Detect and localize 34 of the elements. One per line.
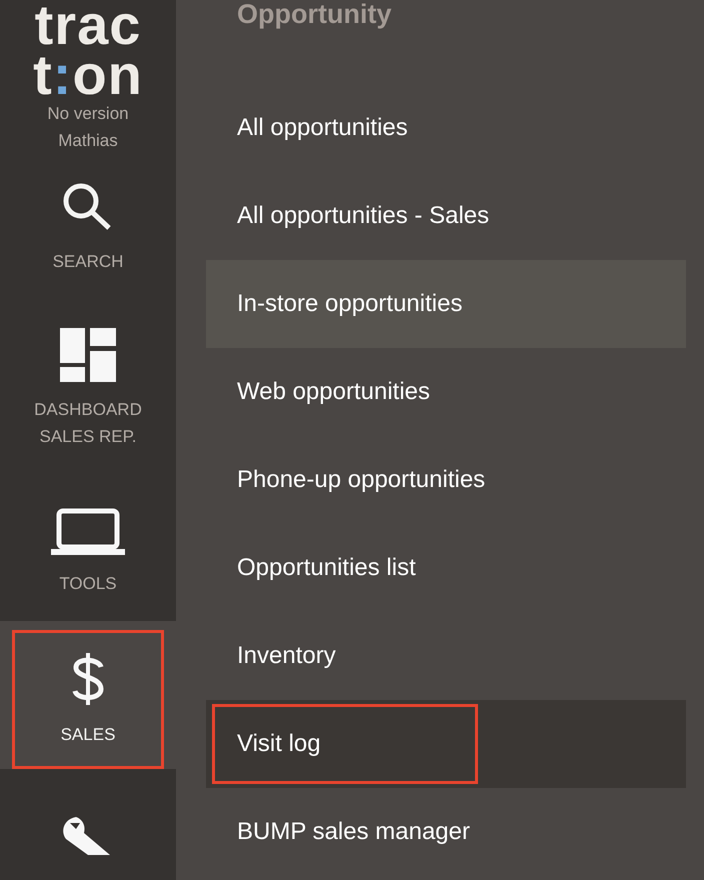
menu-item-label: All opportunities - Sales — [236, 201, 490, 231]
menu-item[interactable]: Phone-up opportunities — [206, 436, 686, 524]
nav-item[interactable]: DASHBOARD SALES REP. — [0, 294, 176, 474]
menu-item[interactable]: BUMP sales manager — [206, 788, 686, 876]
menu-item[interactable]: Inventory — [206, 612, 686, 700]
menu-item-label: Visit log — [212, 704, 478, 784]
nav-label: TOOLS — [59, 572, 117, 594]
nav-label: SEARCH — [52, 251, 124, 273]
dashboard-icon — [60, 328, 116, 382]
laptop-icon — [51, 508, 125, 556]
dollar-icon — [71, 651, 105, 707]
menu-item-label: In-store opportunities — [236, 289, 464, 319]
menu-item-label: Inventory — [236, 641, 337, 671]
nav-item[interactable]: SALES — [0, 621, 176, 769]
menu-item-label: BUMP sales manager — [236, 817, 471, 847]
menu-item[interactable]: Web opportunities — [206, 348, 686, 436]
menu-item[interactable]: Opportunities list — [206, 524, 686, 612]
menu-item[interactable]: All opportunities — [206, 84, 686, 172]
nav-label: SALES REP. — [39, 426, 137, 448]
menu-item-label: Web opportunities — [236, 377, 432, 407]
user-name: Mathias — [57, 130, 119, 152]
nav-label: DASHBOARD — [34, 398, 142, 420]
menu-item[interactable]: All opportunities - Sales — [206, 172, 686, 260]
version-label: No version — [46, 103, 130, 125]
nav-label: SALES — [60, 724, 116, 746]
menu-item-label: Phone-up opportunities — [236, 465, 486, 495]
menu-item[interactable]: Visit log — [206, 700, 686, 788]
menu-item-label: All opportunities — [236, 113, 409, 143]
app-logo: trac t:on — [32, 0, 144, 100]
menu-item-label: Opportunities list — [236, 553, 417, 583]
menu-item[interactable]: In-store opportunities — [206, 260, 686, 348]
nav-item[interactable]: SEARCH — [0, 154, 176, 294]
section-heading: Opportunity — [237, 0, 392, 31]
nav-item[interactable]: TOOLS — [0, 474, 176, 621]
